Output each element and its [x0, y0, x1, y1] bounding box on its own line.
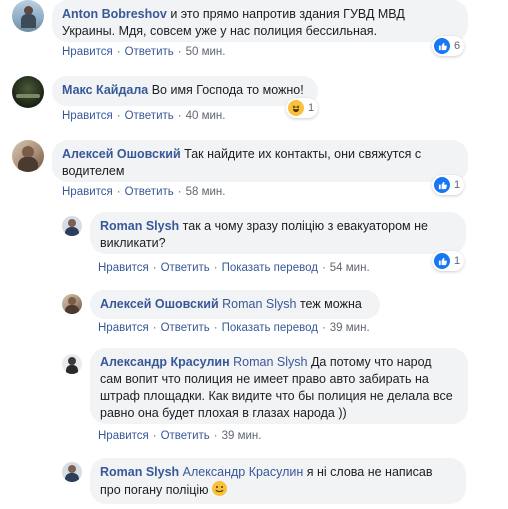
reaction-count: 6: [454, 40, 461, 52]
like-icon: [434, 253, 450, 269]
reply: Алексей Ошовский Roman Slysh теж можна Н…: [0, 288, 508, 344]
reply: Roman Slysh так а чому зразу поліцію з е…: [0, 210, 508, 280]
comment-bubble: Алексей Ошовский Так найдите их контакты…: [52, 140, 468, 182]
comment-text: теж можна: [299, 297, 362, 311]
avatar[interactable]: [12, 76, 44, 108]
timestamp[interactable]: 39 мин.: [330, 322, 370, 334]
timestamp[interactable]: 54 мин.: [330, 262, 370, 274]
timestamp[interactable]: 50 мин.: [186, 46, 226, 58]
translate-button[interactable]: Показать перевод: [222, 262, 318, 274]
avatar[interactable]: [62, 294, 82, 314]
like-button[interactable]: Нравится: [98, 322, 149, 334]
reaction-count: 1: [454, 179, 461, 191]
avatar[interactable]: [62, 216, 82, 236]
like-button[interactable]: Нравится: [62, 110, 113, 122]
like-button[interactable]: Нравится: [62, 46, 113, 58]
comment-author[interactable]: Макс Кайдала: [62, 83, 148, 97]
like-icon: [434, 38, 450, 54]
comment-text: Во имя Господа то можно!: [151, 83, 304, 97]
reply-bubble: Roman Slysh Александр Красулин я ні слов…: [90, 458, 466, 504]
mention-link[interactable]: Roman Slysh: [222, 297, 296, 311]
avatar[interactable]: [62, 462, 82, 482]
timestamp[interactable]: 39 мин.: [222, 430, 262, 442]
reaction-badge[interactable]: 1: [286, 98, 319, 118]
like-icon: [434, 177, 450, 193]
haha-icon: [288, 100, 304, 116]
like-button[interactable]: Нравится: [98, 262, 149, 274]
reply-bubble: Алексей Ошовский Roman Slysh теж можна: [90, 290, 380, 319]
comment: Макс Кайдала Во имя Господа то можно! 1 …: [0, 70, 508, 126]
reply-button[interactable]: Ответить: [161, 262, 210, 274]
mention-link[interactable]: Roman Slysh: [233, 355, 307, 369]
reply-button[interactable]: Ответить: [161, 322, 210, 334]
avatar[interactable]: [12, 0, 44, 32]
reaction-count: 1: [454, 255, 461, 267]
reaction-count: 1: [308, 102, 315, 114]
reply-bubble: Roman Slysh так а чому зразу поліцію з е…: [90, 212, 466, 254]
timestamp[interactable]: 40 мин.: [186, 110, 226, 122]
comment-author[interactable]: Алексей Ошовский: [100, 297, 219, 311]
timestamp[interactable]: 58 мин.: [186, 186, 226, 198]
comment-actions: Нравится · Ответить · 58 мин.: [62, 186, 226, 198]
comment-actions: Нравится · Ответить · Показать перевод · 39 ми…: [98, 322, 370, 334]
reaction-badge[interactable]: 1: [432, 251, 465, 271]
reply-bubble: Александр Красулин Roman Slysh Да потому…: [90, 348, 468, 424]
comment-author[interactable]: Алексей Ошовский: [62, 147, 181, 161]
reply-button[interactable]: Ответить: [125, 186, 174, 198]
comment-actions: Нравится · Ответить · 39 мин.: [98, 430, 262, 442]
comment: Anton Bobreshov и это прямо напротив зда…: [0, 0, 508, 66]
comment-author[interactable]: Roman Slysh: [100, 219, 179, 233]
reaction-badge[interactable]: 1: [432, 175, 465, 195]
reply-button[interactable]: Ответить: [125, 110, 174, 122]
comment-actions: Нравится · Ответить · Показать перевод · 54 ми…: [98, 262, 370, 274]
avatar[interactable]: [62, 354, 82, 374]
comment-bubble: Anton Bobreshov и это прямо напротив зда…: [52, 0, 468, 42]
reply-button[interactable]: Ответить: [125, 46, 174, 58]
smile-emoji-icon: [212, 481, 228, 496]
comment-author[interactable]: Александр Красулин: [100, 355, 230, 369]
avatar[interactable]: [12, 140, 44, 172]
comment-author[interactable]: Roman Slysh: [100, 465, 179, 479]
reply: Александр Красулин Roman Slysh Да потому…: [0, 346, 508, 446]
like-button[interactable]: Нравится: [62, 186, 113, 198]
mention-link[interactable]: Александр Красулин: [183, 465, 304, 479]
comment: Алексей Ошовский Так найдите их контакты…: [0, 134, 508, 200]
like-button[interactable]: Нравится: [98, 430, 149, 442]
translate-button[interactable]: Показать перевод: [222, 322, 318, 334]
reply: Roman Slysh Александр Красулин я ні слов…: [0, 456, 508, 509]
reply-button[interactable]: Ответить: [161, 430, 210, 442]
comment-author[interactable]: Anton Bobreshov: [62, 7, 167, 21]
comment-actions: Нравится · Ответить · 50 мин.: [62, 46, 226, 58]
comment-bubble: Макс Кайдала Во имя Господа то можно!: [52, 76, 318, 106]
comment-actions: Нравится · Ответить · 40 мин.: [62, 110, 226, 122]
reaction-badge[interactable]: 6: [432, 36, 465, 56]
